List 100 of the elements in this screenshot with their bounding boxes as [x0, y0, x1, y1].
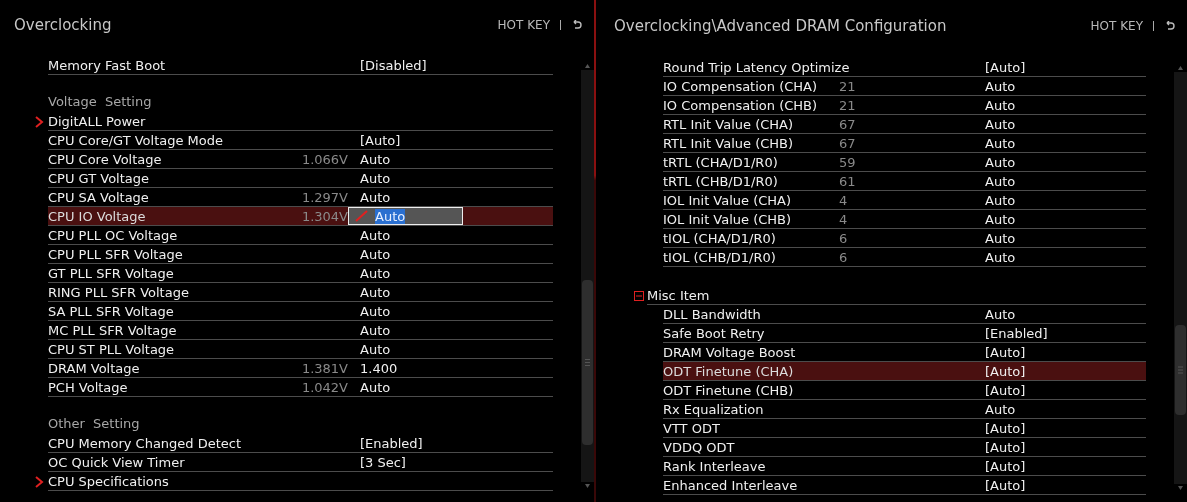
- setting-row[interactable]: DLL Bandwidth Auto: [663, 305, 1146, 324]
- setting-label: RTL Init Value (CHA): [663, 116, 795, 132]
- setting-row[interactable]: IO Compensation (CHB) 21 Auto: [663, 96, 1146, 115]
- setting-row[interactable]: tIOL (CHB/D1/R0) 6 Auto: [663, 248, 1146, 267]
- setting-label: ODT Finetune (CHA): [663, 363, 795, 379]
- setting-value: Auto: [985, 230, 1017, 246]
- setting-label: DRAM Voltage Boost: [663, 344, 797, 360]
- setting-value: Auto: [985, 78, 1017, 94]
- setting-row[interactable]: RTL Init Value (CHB) 67 Auto: [663, 134, 1146, 153]
- setting-row[interactable]: Safe Boot Retry [Enabled]: [663, 324, 1146, 343]
- setting-row[interactable]: CPU PLL SFR Voltage Auto: [48, 245, 553, 264]
- setting-reading: 67: [839, 135, 857, 151]
- group-row[interactable]: Misc Item: [647, 286, 1146, 305]
- setting-row[interactable]: CPU ST PLL Voltage Auto: [48, 340, 553, 359]
- setting-row[interactable]: Round Trip Latency Optimize [Auto]: [663, 58, 1146, 77]
- setting-row[interactable]: Rx Equalization Auto: [663, 400, 1146, 419]
- setting-reading: 61: [839, 173, 857, 189]
- setting-row[interactable]: RING PLL SFR Voltage Auto: [48, 283, 553, 302]
- setting-label: Enhanced Interleave: [663, 477, 799, 493]
- setting-label: CPU PLL OC Voltage: [48, 227, 179, 243]
- setting-value: Auto: [985, 249, 1017, 265]
- back-icon[interactable]: [571, 19, 582, 31]
- setting-label: RING PLL SFR Voltage: [48, 284, 190, 300]
- setting-row[interactable]: CPU Core Voltage 1.066V Auto: [48, 150, 553, 169]
- setting-row[interactable]: tIOL (CHA/D1/R0) 6 Auto: [663, 229, 1146, 248]
- submenu-label: DigitALL Power: [48, 113, 147, 129]
- setting-row[interactable]: IO Compensation (CHA) 21 Auto: [663, 77, 1146, 96]
- section-heading: Voltage Setting: [48, 93, 153, 111]
- setting-label: tRTL (CHB/D1/R0): [663, 173, 779, 189]
- setting-row[interactable]: SA PLL SFR Voltage Auto: [48, 302, 553, 321]
- setting-label: IO Compensation (CHA): [663, 78, 819, 94]
- setting-value: 1.400: [360, 360, 399, 376]
- setting-label: CPU Core/GT Voltage Mode: [48, 132, 225, 148]
- setting-value: [Disabled]: [360, 57, 428, 73]
- setting-row[interactable]: Memory Fast Boot [Disabled]: [48, 56, 553, 75]
- setting-value: Auto: [985, 116, 1017, 132]
- setting-value: Auto: [985, 97, 1017, 113]
- collapse-icon[interactable]: [634, 291, 644, 301]
- setting-row[interactable]: OC Quick View Timer [3 Sec]: [48, 453, 553, 472]
- setting-value: Auto: [360, 341, 392, 357]
- setting-label: Memory Fast Boot: [48, 57, 167, 73]
- setting-row[interactable]: Rank Interleave [Auto]: [663, 457, 1146, 476]
- setting-label: MC PLL SFR Voltage: [48, 322, 178, 338]
- setting-value: [Auto]: [985, 477, 1027, 493]
- setting-label: IO Compensation (CHB): [663, 97, 819, 113]
- setting-label: CPU SA Voltage: [48, 189, 150, 205]
- submenu-row[interactable]: DigitALL Power: [48, 112, 553, 131]
- chevron-right-icon: [34, 116, 44, 128]
- setting-label: CPU Memory Changed Detect: [48, 435, 243, 451]
- setting-label: CPU ST PLL Voltage: [48, 341, 176, 357]
- setting-value: Auto: [360, 303, 392, 319]
- setting-row[interactable]: CPU Memory Changed Detect [Enabled]: [48, 434, 553, 453]
- setting-row[interactable]: ODT Finetune (CHB) [Auto]: [663, 381, 1146, 400]
- setting-value: Auto: [375, 208, 406, 224]
- value-input-field[interactable]: Auto: [348, 207, 463, 225]
- setting-label: IOL Init Value (CHB): [663, 211, 793, 227]
- setting-value: [Auto]: [985, 420, 1027, 436]
- setting-row[interactable]: CPU Core/GT Voltage Mode [Auto]: [48, 131, 553, 150]
- setting-row[interactable]: CPU IO Voltage 1.304V Auto: [48, 207, 553, 226]
- setting-label: CPU PLL SFR Voltage: [48, 246, 184, 262]
- pencil-icon: [355, 210, 369, 222]
- setting-reading: 6: [839, 249, 849, 265]
- setting-row[interactable]: RTL Init Value (CHA) 67 Auto: [663, 115, 1146, 134]
- setting-value: Auto: [360, 322, 392, 338]
- setting-label: CPU Core Voltage: [48, 151, 163, 167]
- setting-row[interactable]: tRTL (CHB/D1/R0) 61 Auto: [663, 172, 1146, 191]
- setting-label: IOL Init Value (CHA): [663, 192, 793, 208]
- setting-row[interactable]: tRTL (CHA/D1/R0) 59 Auto: [663, 153, 1146, 172]
- setting-row[interactable]: VDDQ ODT [Auto]: [663, 438, 1146, 457]
- setting-reading: 1.304V: [300, 208, 348, 224]
- setting-row[interactable]: VTT ODT [Auto]: [663, 419, 1146, 438]
- setting-row[interactable]: GT PLL SFR Voltage Auto: [48, 264, 553, 283]
- setting-label: tIOL (CHB/D1/R0): [663, 249, 777, 265]
- setting-row[interactable]: CPU PLL OC Voltage Auto: [48, 226, 553, 245]
- setting-row[interactable]: IOL Init Value (CHA) 4 Auto: [663, 191, 1146, 210]
- setting-row[interactable]: ODT Finetune (CHA) [Auto]: [663, 362, 1146, 381]
- back-icon[interactable]: [1164, 20, 1175, 32]
- setting-row[interactable]: CPU GT Voltage Auto: [48, 169, 553, 188]
- setting-label: Safe Boot Retry: [663, 325, 766, 341]
- submenu-label: CPU Specifications: [48, 473, 170, 489]
- setting-row[interactable]: MC PLL SFR Voltage Auto: [48, 321, 553, 340]
- setting-reading: 1.381V: [300, 360, 348, 376]
- setting-label: tIOL (CHA/D1/R0): [663, 230, 777, 246]
- setting-label: OC Quick View Timer: [48, 454, 186, 470]
- setting-row[interactable]: Enhanced Interleave [Auto]: [663, 476, 1146, 495]
- setting-reading: 4: [839, 211, 849, 227]
- setting-reading: 59: [839, 154, 857, 170]
- setting-value: Auto: [985, 135, 1017, 151]
- setting-label: tRTL (CHA/D1/R0): [663, 154, 779, 170]
- setting-label: SA PLL SFR Voltage: [48, 303, 175, 319]
- hotkey-link[interactable]: HOT KEY: [1090, 19, 1143, 33]
- setting-row[interactable]: IOL Init Value (CHB) 4 Auto: [663, 210, 1146, 229]
- submenu-row[interactable]: CPU Specifications: [48, 472, 553, 491]
- setting-value: Auto: [360, 151, 392, 167]
- setting-row[interactable]: PCH Voltage 1.042V Auto: [48, 378, 553, 397]
- setting-value: Auto: [360, 284, 392, 300]
- setting-row[interactable]: DRAM Voltage 1.381V 1.400: [48, 359, 553, 378]
- setting-label: DRAM Voltage: [48, 360, 141, 376]
- hotkey-link[interactable]: HOT KEY: [497, 18, 550, 32]
- setting-reading: 1.042V: [300, 379, 348, 395]
